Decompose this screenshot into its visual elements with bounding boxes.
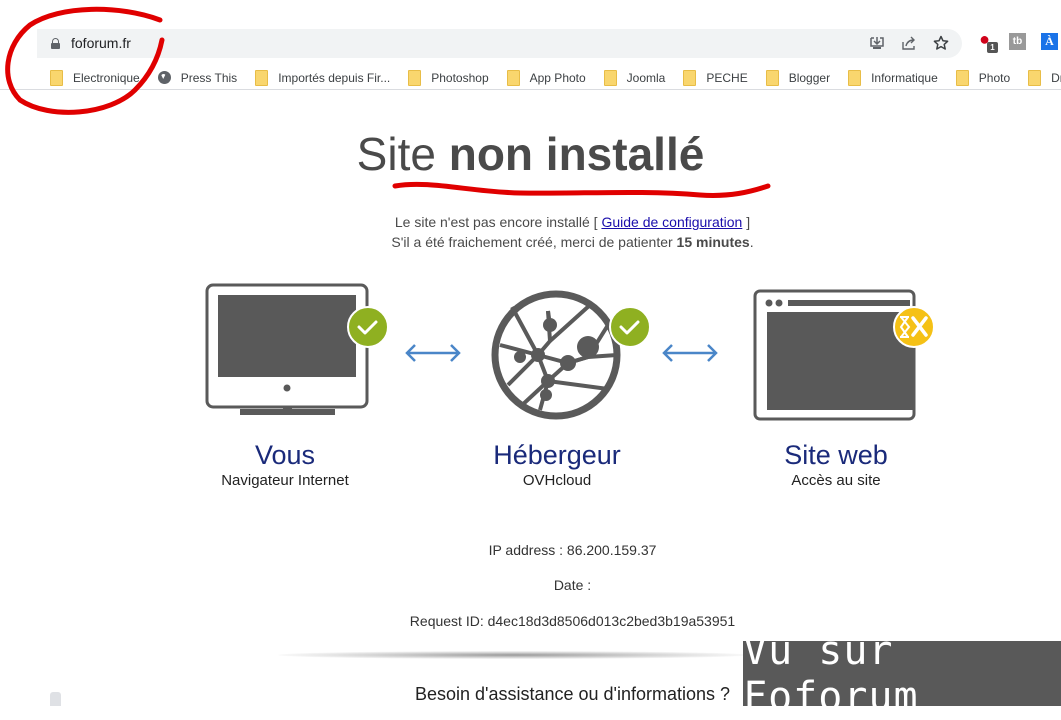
folder-icon [1028, 69, 1042, 86]
bookmark-label: Drupa [1051, 70, 1061, 85]
bookmark-label: Photo [978, 70, 1011, 85]
bidirectional-arrow-icon [662, 344, 718, 362]
bookmark-label: App Photo [529, 70, 586, 85]
configuration-guide-link[interactable]: Guide de configuration [601, 214, 742, 230]
tb-extension-icon[interactable]: tb [1009, 33, 1026, 50]
folder-icon [408, 69, 422, 86]
folder-icon [603, 69, 617, 86]
website-window-icon [753, 289, 935, 421]
monitor-icon [205, 283, 389, 415]
bookmark-label: Joomla [626, 70, 666, 85]
maintenance-badge-icon [893, 306, 935, 348]
divider [278, 651, 748, 659]
tile-title: Hébergeur [493, 440, 621, 470]
bookmark-blogger[interactable]: Blogger [765, 69, 831, 86]
tile-visitor: Vous Navigateur Internet [175, 440, 395, 489]
bookmark-star-icon[interactable] [932, 34, 950, 52]
bookmarks-bar: Electronique Press This Importés depuis … [0, 66, 1061, 90]
bookmark-photoshop[interactable]: Photoshop [408, 69, 489, 86]
intro-line1: Le site n'est pas encore installé [ [394, 214, 602, 230]
tile-title: Site web [784, 440, 888, 470]
folder-icon [506, 69, 520, 86]
folder-icon [683, 69, 697, 86]
title-light: Site [356, 128, 449, 180]
bookmark-label: PECHE [706, 70, 748, 85]
page-title: Site non installé [0, 127, 1061, 181]
url-text[interactable]: foforum.fr [71, 35, 131, 51]
address-bar[interactable]: foforum.fr [37, 29, 962, 58]
bookmark-electronique[interactable]: Electronique [50, 69, 140, 86]
bookmark-label: Informatique [871, 70, 938, 85]
bookmark-drupal[interactable]: Drupa [1028, 69, 1061, 86]
lock-icon[interactable] [51, 38, 60, 49]
intro-text: Le site n'est pas encore installé [ Guid… [0, 212, 1061, 252]
check-badge-icon [609, 306, 651, 348]
tile-subtitle: Navigateur Internet [221, 472, 349, 489]
check-badge-icon [347, 306, 389, 348]
bookmark-label: Importés depuis Fir... [278, 70, 391, 85]
tile-subtitle: Accès au site [791, 472, 881, 489]
translate-extension-icon[interactable]: À [1041, 33, 1058, 50]
opera-extension-icon[interactable]: ● 1 [976, 29, 998, 53]
folder-icon [765, 69, 779, 86]
intro-line2-suffix: . [749, 234, 754, 250]
tile-subtitle: OVHcloud [522, 472, 592, 489]
title-bold: non installé [448, 128, 705, 180]
bookmark-label: Electronique [73, 70, 140, 85]
bidirectional-arrow-icon [405, 344, 461, 362]
bookmark-joomla[interactable]: Joomla [603, 69, 666, 86]
wait-duration: 15 minutes [676, 234, 750, 250]
scroll-stub [50, 692, 61, 706]
network-globe-icon [491, 290, 651, 420]
bookmark-photo[interactable]: Photo [955, 69, 1011, 86]
tile-title: Vous [254, 440, 316, 470]
ip-address: IP address : 86.200.159.37 [488, 542, 657, 558]
tile-website: Site web Accès au site [726, 440, 946, 489]
bookmark-label: Press This [180, 70, 238, 85]
intro-line1-suffix: ] [742, 214, 751, 230]
extension-badge: 1 [987, 42, 998, 53]
folder-icon [255, 69, 269, 86]
bookmark-informatique[interactable]: Informatique [848, 69, 938, 86]
share-icon[interactable] [900, 34, 918, 52]
bookmark-press-this[interactable]: Press This [157, 70, 238, 85]
bookmark-importes[interactable]: Importés depuis Fir... [255, 69, 391, 86]
bookmark-label: Blogger [788, 70, 831, 85]
globe-icon [157, 71, 171, 84]
bookmark-peche[interactable]: PECHE [683, 69, 748, 86]
folder-icon [955, 69, 969, 86]
bookmark-label: Photoshop [431, 70, 489, 85]
date: Date : [553, 577, 592, 593]
folder-icon [848, 69, 862, 86]
intro-line2: S'il a été fraichement créé, merci de pa… [391, 234, 677, 250]
install-icon[interactable] [868, 34, 886, 52]
folder-icon [50, 69, 63, 86]
watermark: Vu sur Foforum [743, 628, 1061, 720]
tile-host: Hébergeur OVHcloud [447, 440, 667, 489]
bookmark-app-photo[interactable]: App Photo [506, 69, 586, 86]
